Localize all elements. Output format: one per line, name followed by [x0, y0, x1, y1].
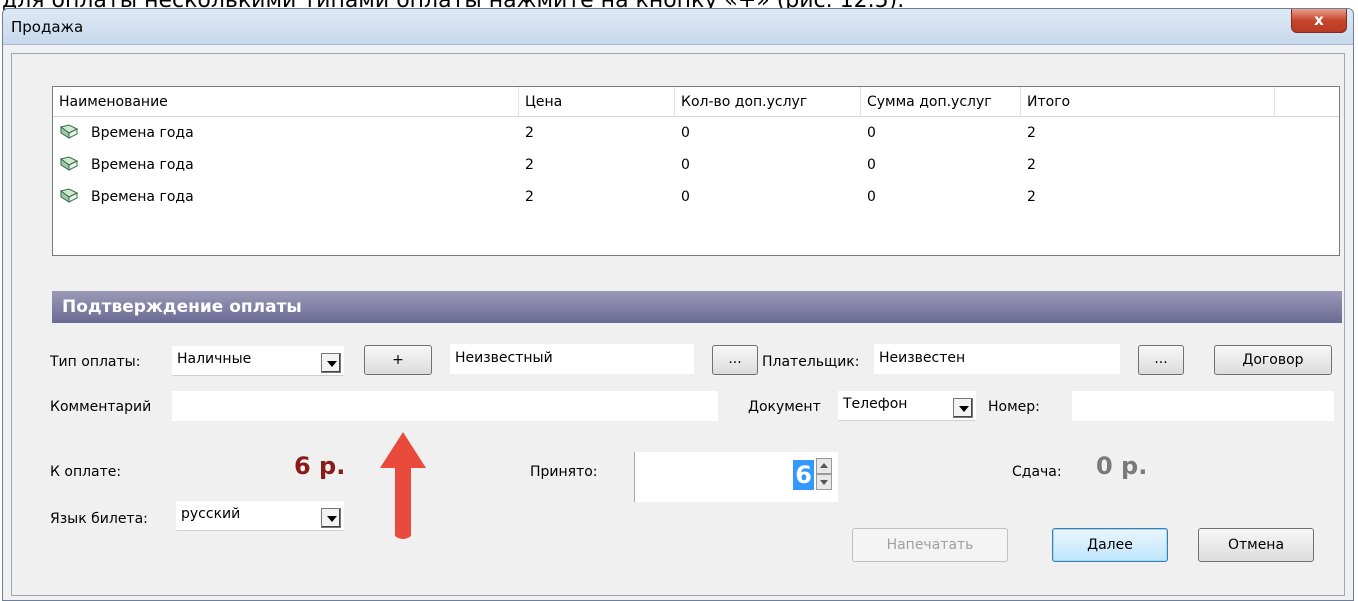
cell-qty: 0	[681, 157, 690, 173]
title-bar: Продажа x	[3, 9, 1353, 45]
client-field[interactable]: Неизвестный	[450, 344, 694, 374]
accepted-input[interactable]: 6	[634, 452, 838, 502]
payment-type-value: Наличные	[177, 351, 252, 367]
document-value: Телефон	[843, 396, 908, 412]
chevron-down-icon[interactable]	[321, 508, 341, 528]
ticket-language-label: Язык билета:	[50, 511, 148, 527]
cell-price: 2	[525, 189, 534, 205]
ticket-language-value: русский	[181, 506, 241, 522]
cell-price: 2	[525, 125, 534, 141]
spin-down-icon[interactable]	[816, 474, 832, 490]
change-label: Сдача:	[1012, 464, 1062, 480]
payer-browse-button[interactable]: ...	[1138, 345, 1184, 375]
document-select[interactable]: Телефон	[838, 391, 976, 421]
chevron-down-icon[interactable]	[953, 398, 973, 418]
contract-button[interactable]: Договор	[1214, 345, 1332, 375]
payment-confirmation-header: Подтверждение оплаты	[52, 291, 1342, 323]
book-icon	[59, 156, 79, 171]
column-header-sum[interactable]: Сумма доп.услуг	[861, 87, 1021, 117]
cell-name: Времена года	[91, 189, 194, 205]
dialog-client-area: Наименование Цена Кол-во доп.услуг Сумма…	[11, 53, 1345, 596]
accepted-value[interactable]: 6	[793, 460, 814, 490]
sale-dialog: Продажа x Наименование Цена Кол-во доп.у…	[2, 8, 1354, 601]
change-amount: 0 р.	[1096, 452, 1148, 480]
cell-sum: 0	[867, 125, 876, 141]
payer-value: Неизвестен	[879, 350, 966, 366]
column-header-qty[interactable]: Кол-во доп.услуг	[675, 87, 861, 117]
document-label: Документ	[748, 399, 821, 415]
book-icon	[59, 124, 79, 139]
add-payment-button[interactable]: +	[364, 345, 432, 375]
cell-name: Времена года	[91, 125, 194, 141]
client-value: Неизвестный	[455, 350, 553, 366]
chevron-down-icon[interactable]	[321, 353, 341, 373]
to-pay-label: К оплате:	[50, 464, 122, 480]
spin-up-icon[interactable]	[816, 458, 832, 474]
number-label: Номер:	[988, 399, 1040, 415]
cell-name: Времена года	[91, 157, 194, 173]
items-table: Наименование Цена Кол-во доп.услуг Сумма…	[52, 86, 1340, 256]
cell-sum: 0	[867, 189, 876, 205]
cell-qty: 0	[681, 125, 690, 141]
column-header-price[interactable]: Цена	[519, 87, 675, 117]
book-icon	[59, 188, 79, 203]
client-browse-button[interactable]: ...	[712, 345, 758, 375]
ticket-language-select[interactable]: русский	[176, 501, 344, 531]
payment-type-label: Тип оплаты:	[50, 354, 141, 370]
cell-total: 2	[1027, 157, 1036, 173]
cell-total: 2	[1027, 189, 1036, 205]
cell-sum: 0	[867, 157, 876, 173]
table-row[interactable]: Времена года 2 0 0 2	[53, 117, 1339, 149]
payment-type-select[interactable]: Наличные	[172, 346, 344, 376]
cell-price: 2	[525, 157, 534, 173]
close-button[interactable]: x	[1291, 9, 1347, 33]
comment-input[interactable]	[172, 391, 718, 421]
payer-label: Плательщик:	[762, 354, 860, 370]
next-button[interactable]: Далее	[1052, 528, 1168, 562]
column-header-total[interactable]: Итого	[1021, 87, 1275, 117]
cancel-button[interactable]: Отмена	[1198, 528, 1314, 562]
payer-field[interactable]: Неизвестен	[874, 344, 1120, 374]
cell-qty: 0	[681, 189, 690, 205]
table-row[interactable]: Времена года 2 0 0 2	[53, 149, 1339, 181]
to-pay-amount: 6 р.	[294, 452, 346, 480]
table-header: Наименование Цена Кол-во доп.услуг Сумма…	[53, 87, 1339, 117]
print-button[interactable]: Напечатать	[852, 528, 1008, 562]
column-header-name[interactable]: Наименование	[53, 87, 519, 117]
annotation-arrow-icon	[380, 432, 426, 539]
number-input[interactable]	[1072, 391, 1334, 421]
comment-label: Комментарий	[50, 399, 152, 415]
cell-total: 2	[1027, 125, 1036, 141]
window-title: Продажа	[11, 18, 84, 36]
accepted-label: Принято:	[530, 464, 598, 480]
table-row[interactable]: Времена года 2 0 0 2	[53, 181, 1339, 213]
